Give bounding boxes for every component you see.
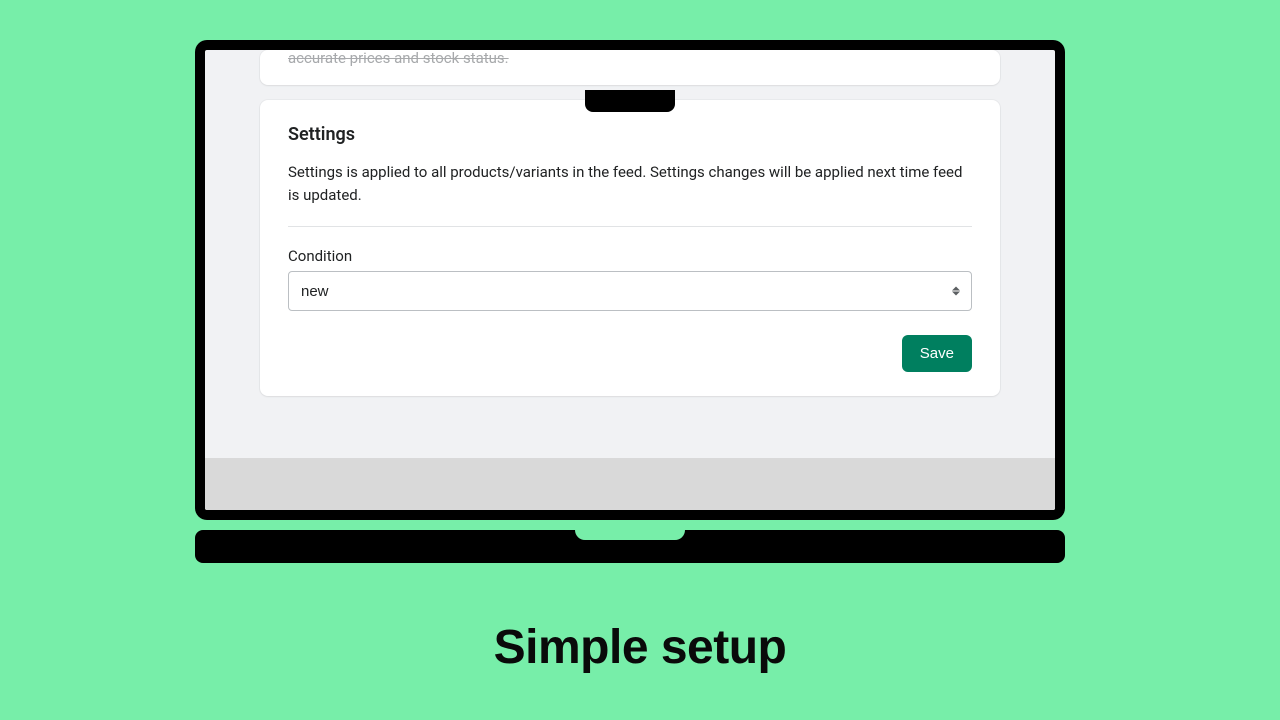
settings-card: Settings Settings is applied to all prod… xyxy=(260,100,1000,396)
divider xyxy=(288,226,972,227)
settings-description: Settings is applied to all products/vari… xyxy=(288,161,972,206)
laptop-base xyxy=(195,530,1065,563)
tagline: Simple setup xyxy=(0,620,1280,675)
screen-bezel: accurate prices and stock status. Settin… xyxy=(195,40,1065,520)
laptop-base-notch xyxy=(575,530,685,540)
condition-select-wrap: new xyxy=(288,271,972,311)
settings-title: Settings xyxy=(288,124,972,145)
laptop-frame: accurate prices and stock status. Settin… xyxy=(195,40,1065,563)
feed-info-peek-text: accurate prices and stock status. xyxy=(288,50,509,67)
button-row: Save xyxy=(288,335,972,372)
condition-select[interactable]: new xyxy=(288,271,972,311)
feed-info-card: accurate prices and stock status. xyxy=(260,50,1000,85)
screen: accurate prices and stock status. Settin… xyxy=(205,50,1055,510)
page-footer-bar xyxy=(205,458,1055,510)
camera-notch xyxy=(585,90,675,112)
save-button[interactable]: Save xyxy=(902,335,972,372)
condition-label: Condition xyxy=(288,247,972,265)
